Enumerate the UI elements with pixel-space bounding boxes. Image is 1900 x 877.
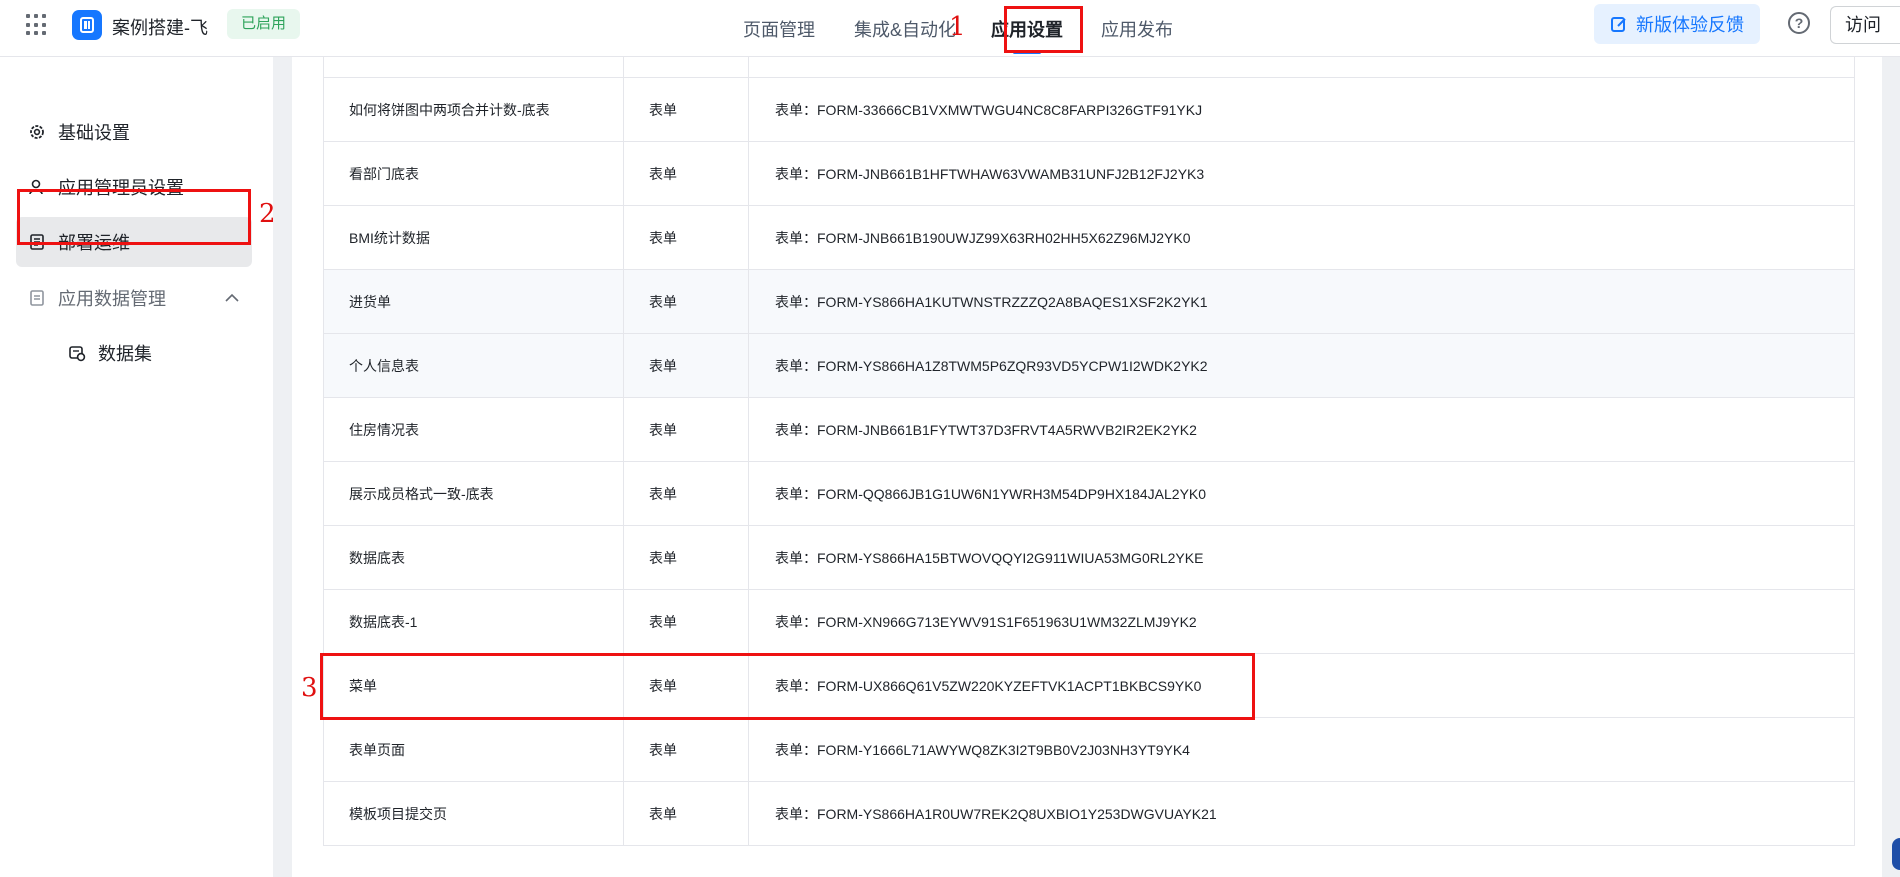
edit-icon (1610, 15, 1628, 33)
sidebar-item-basic-settings[interactable]: 基础设置 (16, 107, 252, 157)
table-row[interactable]: 展示成员格式一致-底表 表单 表单：FORM-QQ866JB1G1UW6N1YW… (324, 462, 1854, 526)
app-logo-icon (72, 10, 102, 40)
annotation-number-3: 3 (301, 673, 318, 703)
visit-button[interactable]: 访问 (1830, 6, 1900, 44)
sidebar-item-label: 基础设置 (58, 123, 130, 143)
table-cell-name: 数据底表 (324, 526, 624, 589)
table-row[interactable]: BMI统计数据 表单 表单：FORM-JNB661B190UWJZ99X63RH… (324, 206, 1854, 270)
sidebar-item-app-data-management[interactable]: 应用数据管理 (16, 273, 252, 323)
sidebar-item-label: 应用管理员设置 (58, 178, 184, 198)
form-table: 如何将饼图中两项合并计数-底表 表单 表单：FORM-33666CB1VXMWT… (323, 57, 1855, 846)
floating-button[interactable] (1892, 838, 1900, 870)
app-grid-icon[interactable] (26, 14, 48, 36)
table-cell-code: 表单：FORM-XN966G713EYWV91S1F651963U1WM32ZL… (775, 613, 1197, 630)
sidebar-item-dataset[interactable]: 数据集 (56, 328, 252, 378)
table-row[interactable]: 模板项目提交页 表单 表单：FORM-YS866HA1R0UW7REK2Q8UX… (324, 782, 1854, 845)
table-row[interactable]: 个人信息表 表单 表单：FORM-YS866HA1Z8TWM5P6ZQR93VD… (324, 334, 1854, 398)
sidebar-item-deployment-ops[interactable]: 部署运维 (16, 217, 252, 267)
table-cell-code: 表单：FORM-YS866HA1R0UW7REK2Q8UXBIO1Y253DWG… (775, 805, 1217, 822)
table-cell-name: 看部门底表 (324, 142, 624, 205)
table-cell-type: 表单 (624, 270, 749, 333)
sidebar-item-label: 部署运维 (58, 233, 130, 253)
table-cell-type: 表单 (624, 78, 749, 141)
table-cell-code: 表单：FORM-YS866HA15BTWOVQQYI2G911WIUA53MG0… (775, 549, 1204, 566)
table-cell-code: 表单：FORM-YS866HA1Z8TWM5P6ZQR93VD5YCPW1I2W… (775, 357, 1208, 374)
table-cell-name: 住房情况表 (324, 398, 624, 461)
table-cell-type: 表单 (624, 654, 749, 717)
table-row[interactable]: 进货单 表单 表单：FORM-YS866HA1KUTWNSTRZZZQ2A8BA… (324, 270, 1854, 334)
dataset-icon (68, 344, 86, 362)
table-cell-code: 表单：FORM-JNB661B1HFTWHAW63VWAMB31UNFJ2B12… (775, 165, 1205, 182)
table-cell-code: 表单：FORM-Y1666L71AWYWQ8ZK3I2T9BB0V2J03NH3… (775, 741, 1190, 758)
table-cell-code: 表单：FORM-JNB661B190UWJZ99X63RH02HH5X62Z96… (775, 229, 1191, 246)
table-cell-type: 表单 (624, 206, 749, 269)
table-cell-type: 表单 (624, 142, 749, 205)
table-cell-name: 模板项目提交页 (324, 782, 624, 845)
table-cell-name: 数据底表-1 (324, 590, 624, 653)
chevron-up-icon[interactable] (224, 290, 240, 306)
table-cell-code: 表单：FORM-YS866HA1KUTWNSTRZZZQ2A8BAQES1XSF… (775, 293, 1208, 310)
table-cell-name: 菜单 (324, 654, 624, 717)
user-icon (28, 178, 46, 196)
gear-icon (28, 123, 46, 141)
table-cell-name: 表单页面 (324, 718, 624, 781)
tab-app-settings[interactable]: 应用设置 (991, 16, 1063, 54)
table-cell-name: 个人信息表 (324, 334, 624, 397)
tab-app-publish[interactable]: 应用发布 (1101, 16, 1173, 42)
document-icon (28, 289, 46, 307)
table-cell-name: 进货单 (324, 270, 624, 333)
annotation-number-1: 1 (949, 12, 966, 42)
table-row[interactable]: 菜单 表单 表单：FORM-UX866Q61V5ZW220KYZEFTVK1AC… (324, 654, 1854, 718)
table-cell-code: 表单：FORM-UX866Q61V5ZW220KYZEFTVK1ACPT1BKB… (775, 677, 1202, 694)
table-cell-name: 如何将饼图中两项合并计数-底表 (324, 78, 624, 141)
table-cell-code: 表单：FORM-33666CB1VXMWTWGU4NC8C8FARPI326GT… (775, 101, 1203, 118)
table-cell-type: 表单 (624, 526, 749, 589)
sidebar-item-label: 数据集 (98, 344, 152, 364)
table-row[interactable]: 数据底表 表单 表单：FORM-YS866HA15BTWOVQQYI2G911W… (324, 526, 1854, 590)
table-cell-type: 表单 (624, 782, 749, 845)
feedback-button[interactable]: 新版体验反馈 (1594, 4, 1760, 44)
table-cell-name: 展示成员格式一致-底表 (324, 462, 624, 525)
deploy-icon (28, 233, 46, 251)
feedback-label: 新版体验反馈 (1636, 15, 1744, 35)
annotation-number-2: 2 (259, 199, 276, 229)
tab-integration-automation[interactable]: 集成&自动化 (854, 16, 956, 42)
tab-page-management[interactable]: 页面管理 (743, 16, 815, 42)
table-row[interactable]: 如何将饼图中两项合并计数-底表 表单 表单：FORM-33666CB1VXMWT… (324, 78, 1854, 142)
sidebar-item-label: 应用数据管理 (58, 289, 166, 309)
status-badge: 已启用 (227, 9, 301, 39)
sidebar: 基础设置 应用管理员设置 部署运维 应用数据管理 数据集 (0, 57, 273, 877)
table-row[interactable]: 住房情况表 表单 表单：FORM-JNB661B1FYTWT37D3FRVT4A… (324, 398, 1854, 462)
table-row[interactable]: 数据底表-1 表单 表单：FORM-XN966G713EYWV91S1F6519… (324, 590, 1854, 654)
help-icon[interactable]: ? (1788, 12, 1810, 34)
table-cell-type: 表单 (624, 462, 749, 525)
table-cell-type: 表单 (624, 718, 749, 781)
app-name: 案例搭建-飞 (112, 18, 208, 38)
table-cell-type: 表单 (624, 590, 749, 653)
sidebar-item-app-admin-settings[interactable]: 应用管理员设置 (16, 162, 252, 212)
table-cell-name: BMI统计数据 (324, 206, 624, 269)
table-row (324, 57, 1854, 78)
table-row[interactable]: 表单页面 表单 表单：FORM-Y1666L71AWYWQ8ZK3I2T9BB0… (324, 718, 1854, 782)
table-row[interactable]: 看部门底表 表单 表单：FORM-JNB661B1HFTWHAW63VWAMB3… (324, 142, 1854, 206)
table-cell-type: 表单 (624, 398, 749, 461)
table-cell-code: 表单：FORM-JNB661B1FYTWT37D3FRVT4A5RWVB2IR2… (775, 421, 1197, 438)
table-cell-code: 表单：FORM-QQ866JB1G1UW6N1YWRH3M54DP9HX184J… (775, 485, 1207, 502)
table-cell-type: 表单 (624, 334, 749, 397)
